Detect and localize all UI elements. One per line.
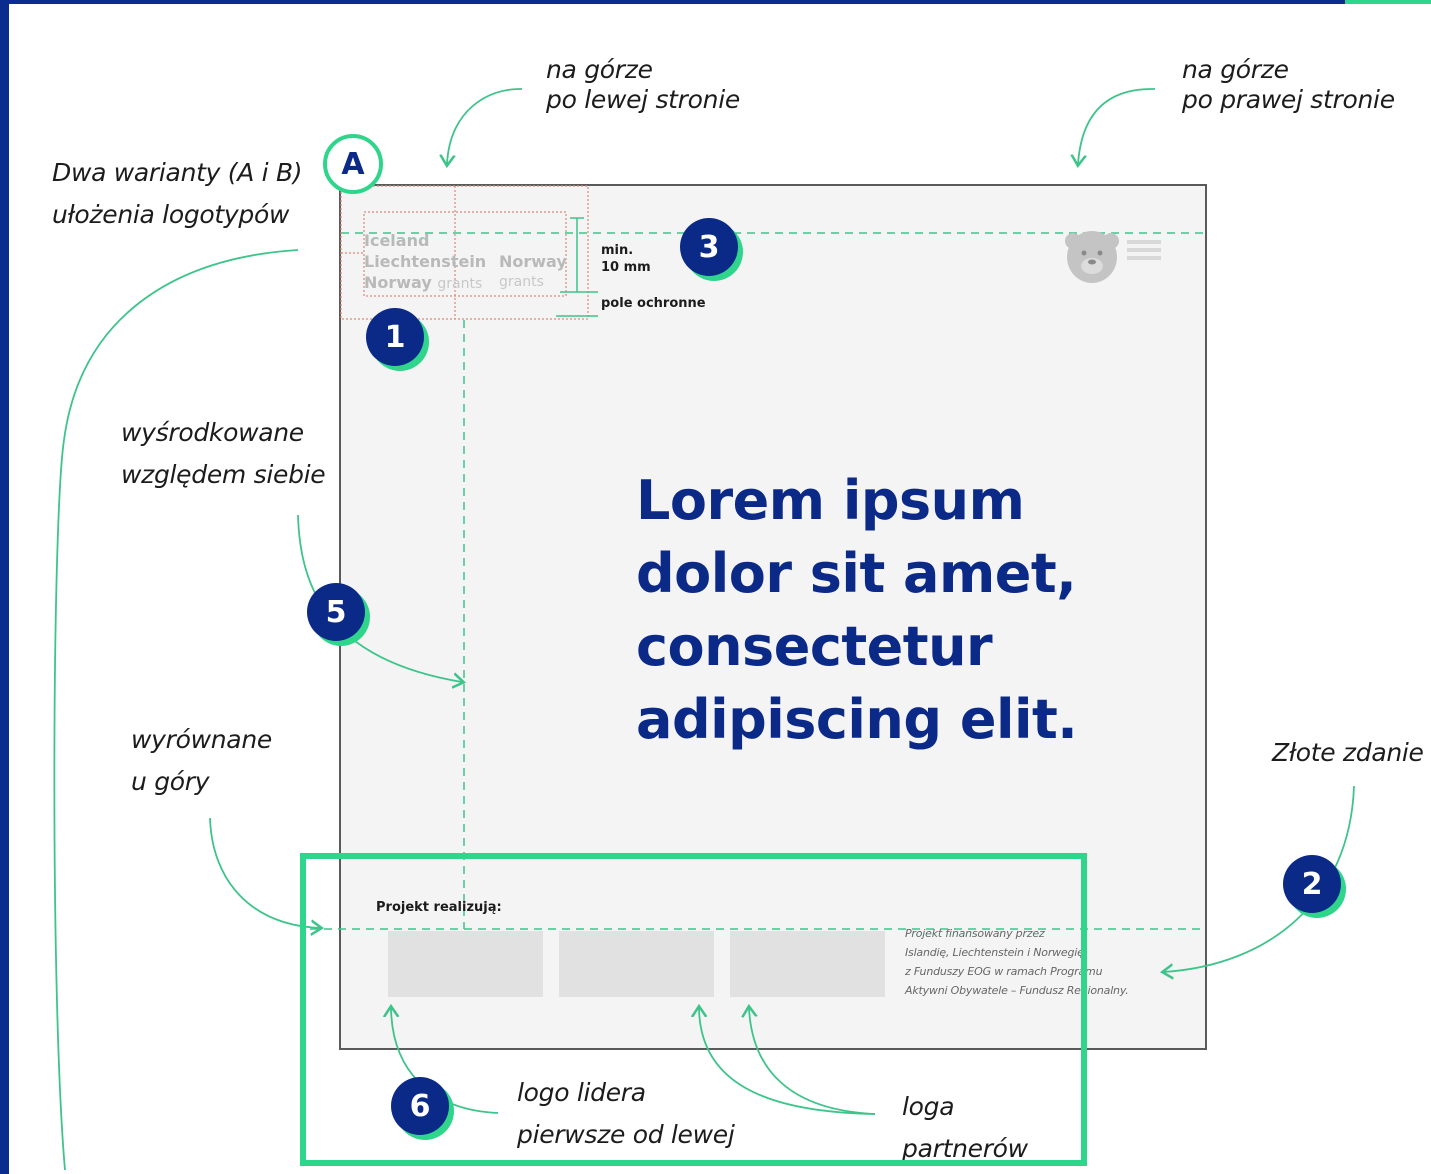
note-top-left-placement: na górze po lewej stronie bbox=[546, 55, 740, 115]
logo-word-norway: Norway bbox=[364, 273, 432, 292]
norway-logo-grants: grants bbox=[499, 274, 544, 290]
badge-3: 3 bbox=[680, 218, 738, 276]
highlight-frame bbox=[300, 853, 1087, 1166]
note-line: na górze bbox=[1182, 55, 1289, 84]
logo-word-grants: grants bbox=[437, 276, 483, 292]
note-variants: Dwa warianty (A i B) ułożenia logotypów bbox=[52, 152, 303, 236]
note-line: wyrównane bbox=[131, 725, 272, 754]
norway-logo-word: Norway bbox=[499, 252, 567, 271]
note-line: ułożenia logotypów bbox=[52, 200, 290, 229]
badge-5: 5 bbox=[307, 583, 365, 641]
logo-line-iceland: Iceland bbox=[364, 231, 430, 250]
note-line: po lewej stronie bbox=[546, 85, 740, 114]
variant-bracket-curve bbox=[53, 249, 299, 1171]
eea-grants-logo: Iceland Liechtenstein Norway grants bbox=[364, 230, 486, 295]
note-line: względem siebie bbox=[121, 460, 326, 489]
headline-line: consectetur bbox=[636, 615, 993, 678]
headline-line: dolor sit amet, bbox=[636, 542, 1077, 605]
norway-grants-logo: Norway grants bbox=[499, 251, 567, 293]
note-line: Dwa warianty (A i B) bbox=[52, 158, 303, 187]
logo-line-liechtenstein: Liechtenstein bbox=[364, 252, 487, 271]
note-top-right-placement: na górze po prawej stronie bbox=[1182, 55, 1395, 115]
arrow-top-right bbox=[1078, 88, 1156, 164]
poster-headline: Lorem ipsum dolor sit amet, consectetur … bbox=[636, 464, 1156, 756]
logo-line-norway: Norway grants bbox=[364, 272, 486, 295]
arrow-top-left bbox=[447, 88, 523, 164]
variant-a-badge: A bbox=[323, 134, 383, 194]
note-line: na górze bbox=[546, 55, 653, 84]
headline-line: adipiscing elit. bbox=[636, 688, 1078, 751]
note-centered: wyśrodkowane względem siebie bbox=[121, 412, 326, 496]
min-value: 10 mm bbox=[601, 260, 651, 275]
bear-logo-icon bbox=[1065, 231, 1161, 283]
note-top-aligned: wyrównane u góry bbox=[131, 719, 272, 803]
note-golden-sentence: Złote zdanie bbox=[1272, 738, 1424, 767]
safe-zone-label: pole ochronne bbox=[601, 296, 706, 311]
note-line: wyśrodkowane bbox=[121, 418, 304, 447]
note-line: u góry bbox=[131, 767, 210, 796]
badge-2: 2 bbox=[1283, 855, 1341, 913]
min-label: min. bbox=[601, 243, 634, 258]
badge-1: 1 bbox=[366, 308, 424, 366]
note-line: po prawej stronie bbox=[1182, 85, 1395, 114]
headline-line: Lorem ipsum bbox=[636, 469, 1025, 532]
